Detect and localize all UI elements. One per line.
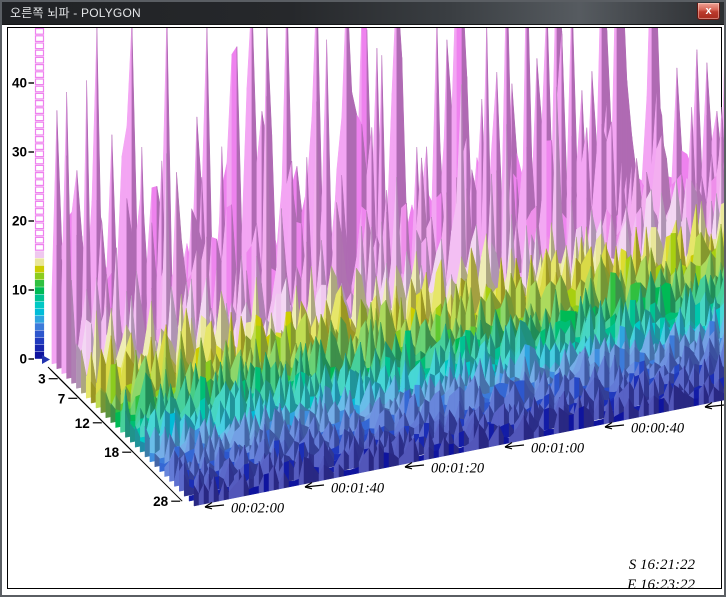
svg-text:00:01:00: 00:01:00 [531,441,585,457]
app-window: 오른쪽 뇌파 - POLYGON x 0 10 20 30 40 37 12 18 28 00:0… [0,0,726,597]
svg-text:00:00:40: 00:00:40 [631,421,685,437]
svg-text:3: 3 [38,372,46,387]
svg-text:12: 12 [75,416,90,431]
svg-text:S 16:21:22: S 16:21:22 [629,557,696,573]
svg-text:00:02:00: 00:02:00 [231,501,285,517]
close-button[interactable]: x [697,3,720,20]
svg-text:10: 10 [12,283,27,298]
title-bar[interactable]: 오른쪽 뇌파 - POLYGON x [2,2,724,25]
svg-text:0: 0 [19,352,27,367]
svg-text:E 16:23:22: E 16:23:22 [626,577,695,590]
svg-text:28: 28 [153,494,169,509]
svg-text:7: 7 [58,391,66,406]
svg-text:40: 40 [12,76,27,91]
svg-text:00:01:40: 00:01:40 [331,481,385,497]
close-icon: x [705,5,711,17]
svg-text:18: 18 [104,445,120,460]
plot-client-area: 0 10 20 30 40 37 12 18 28 00:00:40 00:01:00 00:01:2… [4,25,724,595]
svg-text:20: 20 [12,214,27,229]
eeg-polygon-3d-chart: 0 10 20 30 40 37 12 18 28 00:00:40 00:01:00 00:01:2… [8,28,726,590]
svg-text:00:01:20: 00:01:20 [431,461,485,477]
window-title: 오른쪽 뇌파 - POLYGON [10,2,141,24]
svg-text:30: 30 [12,145,27,160]
